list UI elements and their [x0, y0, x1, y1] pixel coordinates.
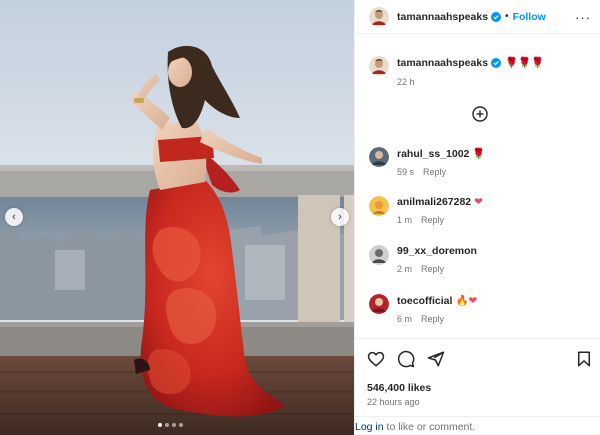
login-link[interactable]: Log in	[355, 421, 384, 433]
comment-item: anilmali267282 ❤ 1 m Reply	[369, 196, 483, 225]
post-time: 22 hours ago	[367, 397, 420, 407]
follow-button[interactable]: Follow	[513, 11, 546, 23]
comment-item: rahul_ss_1002 🌹 59 s Reply	[369, 147, 485, 177]
avatar[interactable]	[369, 147, 389, 167]
login-prompt: Log in to like or comment.	[355, 421, 475, 433]
carousel-dot	[179, 423, 183, 427]
reply-button[interactable]: Reply	[423, 167, 446, 177]
caption-time: 22 h	[397, 77, 415, 87]
comment-time: 1 m	[397, 215, 413, 225]
caption-username[interactable]: tamannaahspeaks	[397, 57, 488, 69]
reply-button[interactable]: Reply	[421, 215, 444, 225]
comment-icon[interactable]	[397, 350, 415, 368]
avatar[interactable]	[369, 294, 389, 314]
post-side-panel: tamannaahspeaks • Follow ··· tamannaahsp…	[354, 0, 600, 435]
comment-text: 🌹	[472, 148, 486, 160]
header-separator: •	[505, 11, 509, 22]
save-bookmark-icon[interactable]	[575, 350, 593, 368]
login-prompt-text: to like or comment.	[383, 421, 476, 433]
avatar[interactable]	[369, 56, 389, 76]
comment-item: toecofficial 🔥❤ 6 m Reply	[369, 294, 477, 324]
carousel-dots	[158, 423, 183, 427]
next-photo-button[interactable]: ›	[331, 208, 349, 226]
share-icon[interactable]	[427, 350, 445, 368]
comment-username[interactable]: anilmali267282	[397, 196, 471, 208]
avatar[interactable]	[369, 6, 389, 27]
avatar[interactable]	[369, 196, 389, 216]
post-username[interactable]: tamannaahspeaks	[397, 11, 488, 23]
likes-count[interactable]: 546,400 likes	[367, 382, 431, 394]
reply-button[interactable]: Reply	[421, 264, 444, 274]
comment-item: 99_xx_doremon 2 m Reply	[369, 245, 480, 274]
comment-time: 2 m	[397, 264, 413, 274]
comment-time: 6 m	[397, 314, 413, 324]
more-options-icon[interactable]: ···	[575, 10, 591, 25]
comment-username[interactable]: rahul_ss_1002	[397, 148, 469, 160]
comment-username[interactable]: 99_xx_doremon	[397, 245, 477, 257]
caption-text: 🌹🌹🌹	[505, 57, 545, 69]
carousel-dot	[165, 423, 169, 427]
post-caption: tamannaahspeaks 🌹🌹🌹 22 h	[369, 56, 544, 87]
carousel-dot	[158, 423, 162, 427]
comment-username[interactable]: toecofficial	[397, 295, 452, 307]
carousel-dot	[172, 423, 176, 427]
avatar[interactable]	[369, 245, 389, 265]
post-photo[interactable]: ‹ ›	[0, 0, 354, 435]
like-heart-icon[interactable]	[367, 350, 385, 368]
photo-scene	[0, 0, 354, 435]
reply-button[interactable]: Reply	[421, 314, 444, 324]
comment-text: 🔥❤	[455, 295, 478, 307]
prev-photo-button[interactable]: ‹	[5, 208, 23, 226]
post-header: tamannaahspeaks • Follow ···	[355, 0, 600, 34]
verified-badge-icon	[491, 11, 502, 22]
login-divider	[355, 416, 600, 417]
verified-badge-icon	[491, 57, 502, 68]
load-more-comments-icon[interactable]	[472, 106, 488, 122]
comment-text: ❤	[474, 196, 483, 208]
comment-time: 59 s	[397, 167, 415, 177]
